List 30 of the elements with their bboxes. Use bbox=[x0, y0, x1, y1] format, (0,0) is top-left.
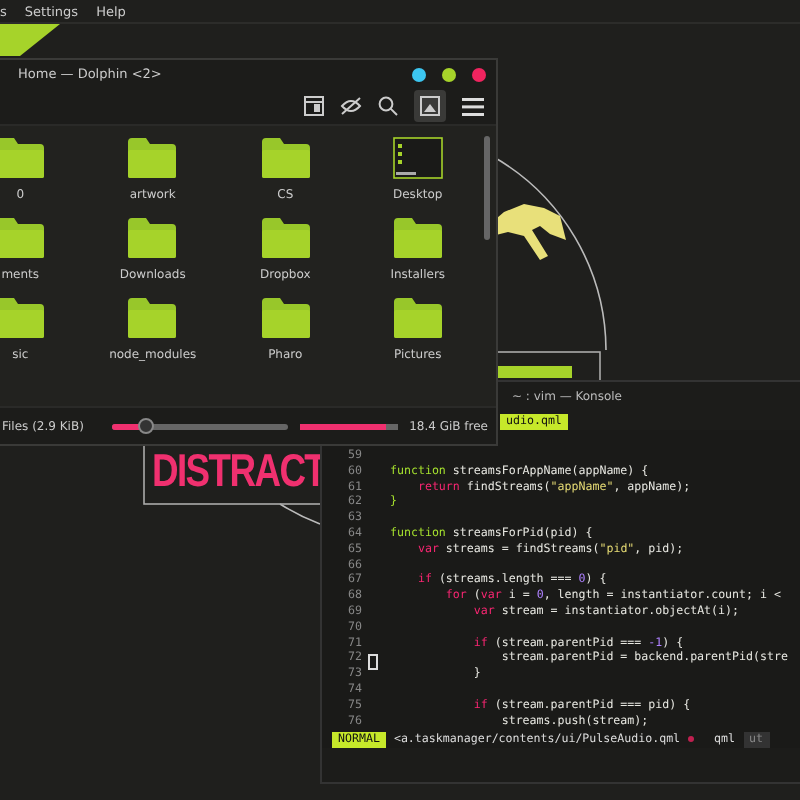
folder-icon bbox=[126, 296, 179, 340]
arc-line bbox=[279, 503, 321, 525]
panel-icon[interactable] bbox=[304, 96, 324, 116]
scrollbar[interactable] bbox=[484, 136, 490, 240]
preview-button[interactable] bbox=[414, 90, 446, 122]
folder-icon bbox=[259, 136, 312, 180]
folder-icon bbox=[0, 136, 47, 180]
close-button[interactable] bbox=[472, 67, 486, 81]
lettering-drawing bbox=[492, 366, 572, 378]
wallpaper-text: DISTRACT bbox=[152, 444, 326, 498]
search-icon[interactable] bbox=[378, 96, 398, 116]
folder-icon bbox=[126, 216, 179, 260]
folder-icon bbox=[391, 296, 444, 340]
storage-bar bbox=[299, 423, 398, 429]
triangle-decoration bbox=[0, 24, 60, 56]
minimize-button[interactable] bbox=[412, 67, 426, 81]
desktop-icon bbox=[391, 136, 444, 180]
folder-icon bbox=[259, 216, 312, 260]
maximize-button[interactable] bbox=[442, 67, 456, 81]
folder-icon bbox=[0, 296, 47, 340]
cursor bbox=[368, 654, 378, 671]
folder-icon bbox=[126, 136, 179, 180]
folder-icon bbox=[0, 216, 47, 260]
slider-thumb[interactable] bbox=[138, 417, 155, 433]
modified-dot bbox=[688, 736, 695, 743]
hidden-eye-icon[interactable] bbox=[340, 96, 362, 116]
folder-icon bbox=[259, 296, 312, 340]
zoom-slider[interactable] bbox=[111, 423, 288, 429]
folder-icon bbox=[391, 216, 444, 260]
menu-icon[interactable] bbox=[462, 97, 484, 115]
